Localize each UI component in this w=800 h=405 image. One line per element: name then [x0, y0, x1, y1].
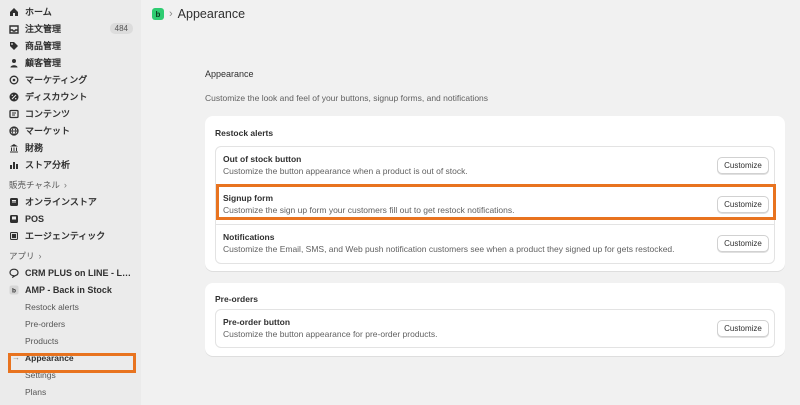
nav-label: ディスカウント — [25, 92, 88, 102]
chevron-right-icon: › — [63, 180, 67, 190]
nav-label: 顧客管理 — [25, 58, 62, 68]
highlight-box-appearance-nav — [8, 353, 136, 373]
nav-label: マーケット — [25, 126, 71, 136]
nav-item-agentic[interactable]: エージェンティック — [0, 227, 141, 244]
nav-label: POS — [25, 213, 45, 224]
chevron-right-icon: › — [38, 251, 42, 261]
discount-icon — [9, 92, 19, 102]
orders-count-badge: 484 — [109, 23, 133, 34]
app-logo-icon[interactable]: b — [152, 8, 164, 20]
customize-button[interactable]: Customize — [717, 235, 769, 252]
nav-item-home[interactable]: ホーム — [0, 3, 141, 20]
inbox-icon — [9, 24, 19, 34]
nav-item-analytics[interactable]: ストア分析 — [0, 156, 141, 173]
nav-label: AMP - Back in Stock — [25, 284, 112, 295]
nav-item-online-store[interactable]: オンラインストア — [0, 193, 141, 210]
setting-row-out-of-stock-button: Out of stock button Customize the button… — [215, 146, 775, 186]
row-title: Out of stock button — [223, 154, 302, 164]
nav-label: エージェンティック — [25, 231, 106, 241]
row-description: Customize the Email, SMS, and Web push n… — [223, 244, 675, 254]
breadcrumb: b › Appearance — [152, 7, 245, 21]
sub-item-label: Restock alerts — [25, 301, 79, 312]
nav-item-content[interactable]: コンテンツ — [0, 105, 141, 122]
pos-icon — [9, 214, 19, 224]
setting-row-notifications: Notifications Customize the Email, SMS, … — [215, 224, 775, 264]
store-icon — [9, 197, 19, 207]
bank-icon — [9, 143, 19, 153]
nav-item-markets[interactable]: マーケット — [0, 122, 141, 139]
agentic-icon — [9, 231, 19, 241]
app-icon: b — [9, 285, 19, 295]
nav-item-crm-plus[interactable]: CRM PLUS on LINE - LINE... — [0, 264, 141, 281]
nav-label: オンラインストア — [25, 197, 97, 207]
nav-item-products[interactable]: 商品管理 — [0, 37, 141, 54]
card-title: Restock alerts — [215, 128, 274, 138]
row-description: Customize the button appearance for pre-… — [223, 329, 438, 339]
nav-item-orders[interactable]: 注文管理 484 — [0, 20, 141, 37]
nav-item-discounts[interactable]: ディスカウント — [0, 88, 141, 105]
person-icon — [9, 58, 19, 68]
home-icon — [9, 7, 19, 17]
nav-label: コンテンツ — [25, 109, 71, 119]
target-icon — [9, 75, 19, 85]
bar-chart-icon — [9, 160, 19, 170]
nav-label: ホーム — [25, 7, 52, 17]
card-title: Pre-orders — [215, 294, 258, 304]
sub-item-pre-orders[interactable]: Pre-orders — [0, 315, 141, 332]
sales-channels-heading[interactable]: 販売チャネル › — [0, 177, 141, 193]
section-title: アプリ — [9, 251, 35, 261]
nav-label: 注文管理 — [25, 24, 62, 34]
svg-text:b: b — [12, 287, 16, 294]
chat-icon — [9, 268, 19, 278]
row-description: Customize the button appearance when a p… — [223, 166, 468, 176]
customize-button[interactable]: Customize — [717, 157, 769, 174]
chevron-right-icon: › — [169, 8, 173, 20]
nav-item-finance[interactable]: 財務 — [0, 139, 141, 156]
section-description: Customize the look and feel of your butt… — [205, 93, 489, 103]
nav-item-pos[interactable]: POS — [0, 210, 141, 227]
sub-item-label: Plans — [25, 386, 47, 397]
nav-label: CRM PLUS on LINE - LINE... — [25, 267, 133, 278]
setting-row-pre-order-button: Pre-order button Customize the button ap… — [215, 309, 775, 348]
page-title: Appearance — [177, 7, 246, 21]
section-title: Appearance — [205, 69, 254, 79]
sub-item-restock-alerts[interactable]: Restock alerts — [0, 298, 141, 315]
sub-item-products[interactable]: Products — [0, 332, 141, 349]
sidebar: ホーム 注文管理 484 商品管理 顧客管理 マーケティング ディスカウント コ… — [0, 0, 141, 405]
pre-orders-card: Pre-orders Pre-order button Customize th… — [205, 283, 785, 356]
row-title: Pre-order button — [223, 317, 291, 327]
nav-item-amp-back-in-stock[interactable]: b AMP - Back in Stock — [0, 281, 141, 298]
nav-label: 商品管理 — [25, 41, 62, 51]
apps-heading[interactable]: アプリ › — [0, 248, 141, 264]
sub-item-label: Products — [25, 335, 59, 346]
section-title: 販売チャネル — [9, 180, 60, 190]
sub-item-label: Pre-orders — [25, 318, 66, 329]
row-title: Notifications — [223, 232, 275, 242]
tag-icon — [9, 41, 19, 51]
nav-item-customers[interactable]: 顧客管理 — [0, 54, 141, 71]
highlight-box-signup-form — [216, 184, 776, 220]
customize-button[interactable]: Customize — [717, 320, 769, 337]
nav-label: マーケティング — [25, 75, 88, 85]
content-icon — [9, 109, 19, 119]
globe-icon — [9, 125, 19, 136]
sub-item-plans[interactable]: Plans — [0, 383, 141, 400]
nav-item-marketing[interactable]: マーケティング — [0, 71, 141, 88]
nav-label: 財務 — [25, 143, 44, 153]
nav-label: ストア分析 — [25, 160, 71, 170]
